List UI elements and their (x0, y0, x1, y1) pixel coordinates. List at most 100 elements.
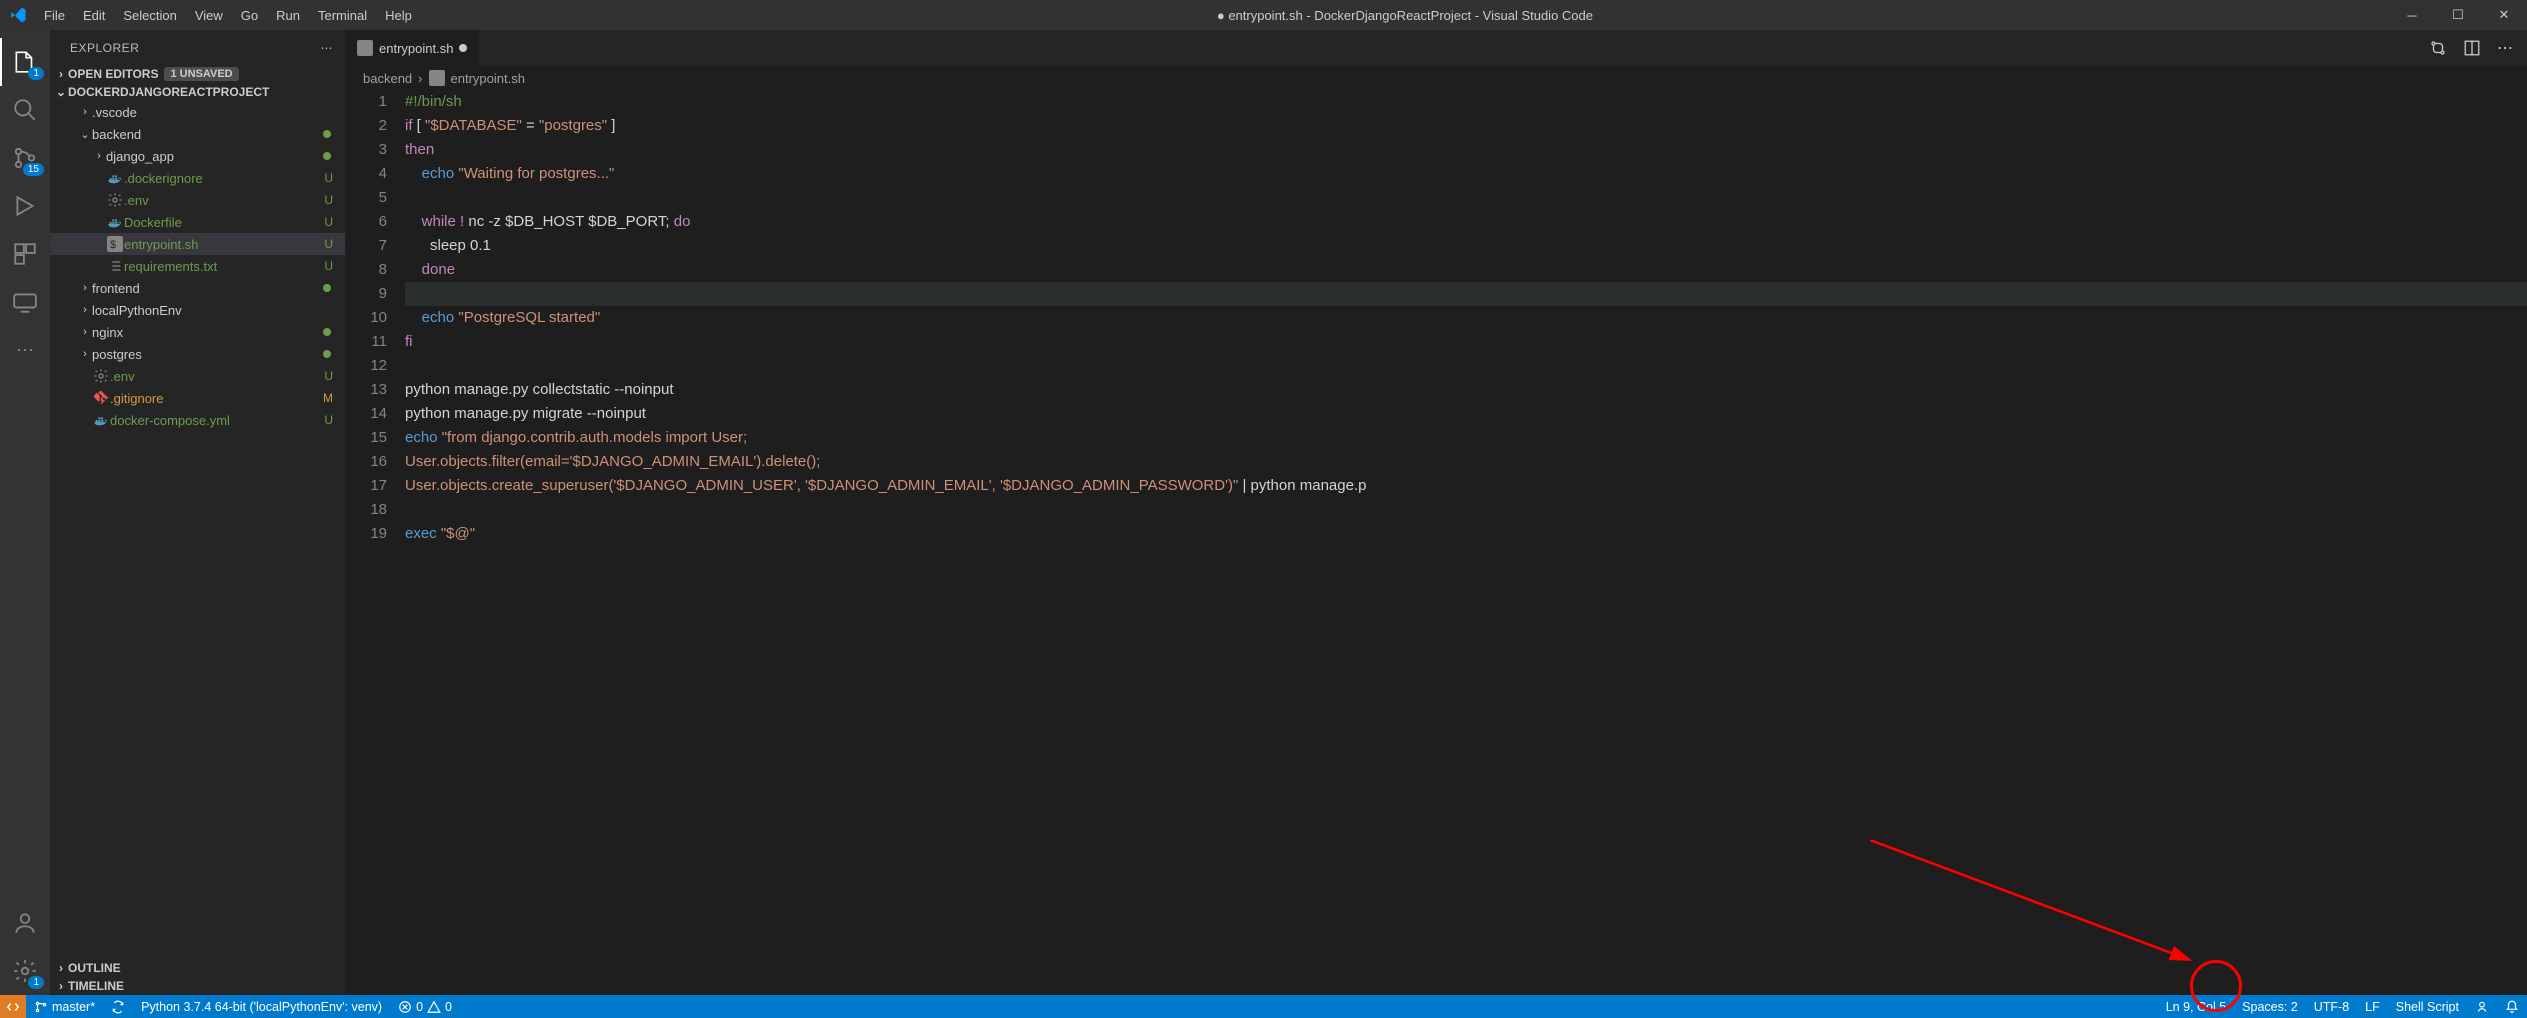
code-line-3[interactable]: then (405, 138, 2527, 162)
folder-frontend[interactable]: ›frontend (50, 277, 345, 299)
menu-bar: FileEditSelectionViewGoRunTerminalHelp (35, 8, 421, 23)
code-line-2[interactable]: if [ "$DATABASE" = "postgres" ] (405, 114, 2527, 138)
folder-nginx[interactable]: ›nginx (50, 321, 345, 343)
file--gitignore[interactable]: .gitignoreM (50, 387, 345, 409)
unsaved-badge: 1 UNSAVED (164, 67, 238, 81)
code-editor[interactable]: 12345678910111213141516171819 #!/bin/shi… (345, 90, 2527, 995)
folder-django_app[interactable]: ›django_app (50, 145, 345, 167)
code-line-8[interactable]: done (405, 258, 2527, 282)
outline-section[interactable]: ›OUTLINE (50, 959, 345, 977)
shell-icon: $ (106, 236, 124, 252)
code-line-6[interactable]: while ! nc -z $DB_HOST $DB_PORT; do (405, 210, 2527, 234)
file--env[interactable]: .envU (50, 365, 345, 387)
source-control-icon[interactable]: 15 (0, 134, 50, 182)
feedback-icon[interactable] (2467, 1000, 2497, 1014)
menu-selection[interactable]: Selection (114, 8, 185, 23)
code-line-4[interactable]: echo "Waiting for postgres..." (405, 162, 2527, 186)
menu-view[interactable]: View (186, 8, 232, 23)
file-Dockerfile[interactable]: DockerfileU (50, 211, 345, 233)
indentation[interactable]: Spaces: 2 (2234, 1000, 2306, 1014)
activity-bar: 1 15 ⋯ 1 (0, 30, 50, 995)
file-requirements-txt[interactable]: requirements.txtU (50, 255, 345, 277)
code-line-14[interactable]: python manage.py migrate --noinput (405, 402, 2527, 426)
git-status: U (324, 237, 337, 251)
settings-badge: 1 (28, 976, 44, 989)
more-icon[interactable]: ⋯ (0, 326, 50, 374)
explorer-badge: 1 (28, 67, 44, 80)
close-button[interactable]: ✕ (2481, 0, 2527, 30)
tab-entrypoint[interactable]: entrypoint.sh (345, 30, 480, 66)
docker-icon (92, 412, 110, 428)
eol[interactable]: LF (2357, 1000, 2388, 1014)
git-status: U (324, 193, 337, 207)
extensions-icon[interactable] (0, 230, 50, 278)
python-env[interactable]: Python 3.7.4 64-bit ('localPythonEnv': v… (133, 1000, 390, 1014)
menu-terminal[interactable]: Terminal (309, 8, 376, 23)
sidebar-title: EXPLORER (70, 41, 139, 55)
timeline-section[interactable]: ›TIMELINE (50, 977, 345, 995)
status-bar: master* Python 3.7.4 64-bit ('localPytho… (0, 995, 2527, 1018)
git-icon (92, 390, 110, 406)
list-icon (106, 258, 124, 274)
sync-icon[interactable] (103, 1000, 133, 1014)
folder-localPythonEnv[interactable]: ›localPythonEnv (50, 299, 345, 321)
code-line-16[interactable]: User.objects.filter(email='$DJANGO_ADMIN… (405, 450, 2527, 474)
file-docker-compose-yml[interactable]: docker-compose.ymlU (50, 409, 345, 431)
docker-icon (106, 170, 124, 186)
account-icon[interactable] (0, 899, 50, 947)
menu-help[interactable]: Help (376, 8, 421, 23)
settings-icon[interactable]: 1 (0, 947, 50, 995)
docker-icon (106, 214, 124, 230)
code-line-12[interactable] (405, 354, 2527, 378)
code-line-18[interactable] (405, 498, 2527, 522)
git-status: U (324, 215, 337, 229)
maximize-button[interactable]: ☐ (2435, 0, 2481, 30)
folder-postgres[interactable]: ›postgres (50, 343, 345, 365)
split-editor-icon[interactable] (2463, 39, 2481, 57)
svg-text:$: $ (110, 239, 116, 251)
run-debug-icon[interactable] (0, 182, 50, 230)
gear-icon (106, 192, 124, 208)
code-line-17[interactable]: User.objects.create_superuser('$DJANGO_A… (405, 474, 2527, 498)
code-line-11[interactable]: fi (405, 330, 2527, 354)
code-line-15[interactable]: echo "from django.contrib.auth.models im… (405, 426, 2527, 450)
language-mode[interactable]: Shell Script (2388, 1000, 2467, 1014)
file--env[interactable]: .envU (50, 189, 345, 211)
remote-indicator[interactable] (0, 995, 26, 1018)
menu-file[interactable]: File (35, 8, 74, 23)
search-icon[interactable] (0, 86, 50, 134)
problems[interactable]: 0 0 (390, 1000, 460, 1014)
code-line-13[interactable]: python manage.py collectstatic --noinput (405, 378, 2527, 402)
folder-backend[interactable]: ⌄backend (50, 123, 345, 145)
notifications-icon[interactable] (2497, 1000, 2527, 1014)
minimize-button[interactable]: ─ (2389, 0, 2435, 30)
remote-icon[interactable] (0, 278, 50, 326)
menu-run[interactable]: Run (267, 8, 309, 23)
project-section[interactable]: ⌄ DOCKERDJANGOREACTPROJECT (50, 83, 345, 101)
code-line-10[interactable]: echo "PostgreSQL started" (405, 306, 2527, 330)
menu-go[interactable]: Go (232, 8, 267, 23)
code-line-19[interactable]: exec "$@" (405, 522, 2527, 546)
open-editors-section[interactable]: › OPEN EDITORS 1 UNSAVED (50, 65, 345, 83)
breadcrumb[interactable]: backend › entrypoint.sh (345, 66, 2527, 90)
menu-edit[interactable]: Edit (74, 8, 114, 23)
git-status: U (324, 171, 337, 185)
code-line-9[interactable] (405, 282, 2527, 306)
compare-changes-icon[interactable] (2429, 39, 2447, 57)
explorer-icon[interactable]: 1 (0, 38, 50, 86)
editor-area: entrypoint.sh ⋯ backend › entrypoint.sh … (345, 30, 2527, 995)
code-line-5[interactable] (405, 186, 2527, 210)
sidebar-more-icon[interactable]: ⋯ (321, 41, 334, 55)
code-line-1[interactable]: #!/bin/sh (405, 90, 2527, 114)
code-line-7[interactable]: sleep 0.1 (405, 234, 2527, 258)
encoding[interactable]: UTF-8 (2306, 1000, 2357, 1014)
cursor-position[interactable]: Ln 9, Col 5 (2158, 1000, 2234, 1014)
git-branch[interactable]: master* (26, 1000, 103, 1014)
file--dockerignore[interactable]: .dockerignoreU (50, 167, 345, 189)
folder--vscode[interactable]: ›.vscode (50, 101, 345, 123)
editor-more-icon[interactable]: ⋯ (2497, 38, 2513, 58)
vscode-logo-icon (0, 6, 35, 24)
modified-dot-icon (323, 130, 331, 138)
modified-dot-icon (323, 328, 331, 336)
file-entrypoint-sh[interactable]: $entrypoint.shU (50, 233, 345, 255)
